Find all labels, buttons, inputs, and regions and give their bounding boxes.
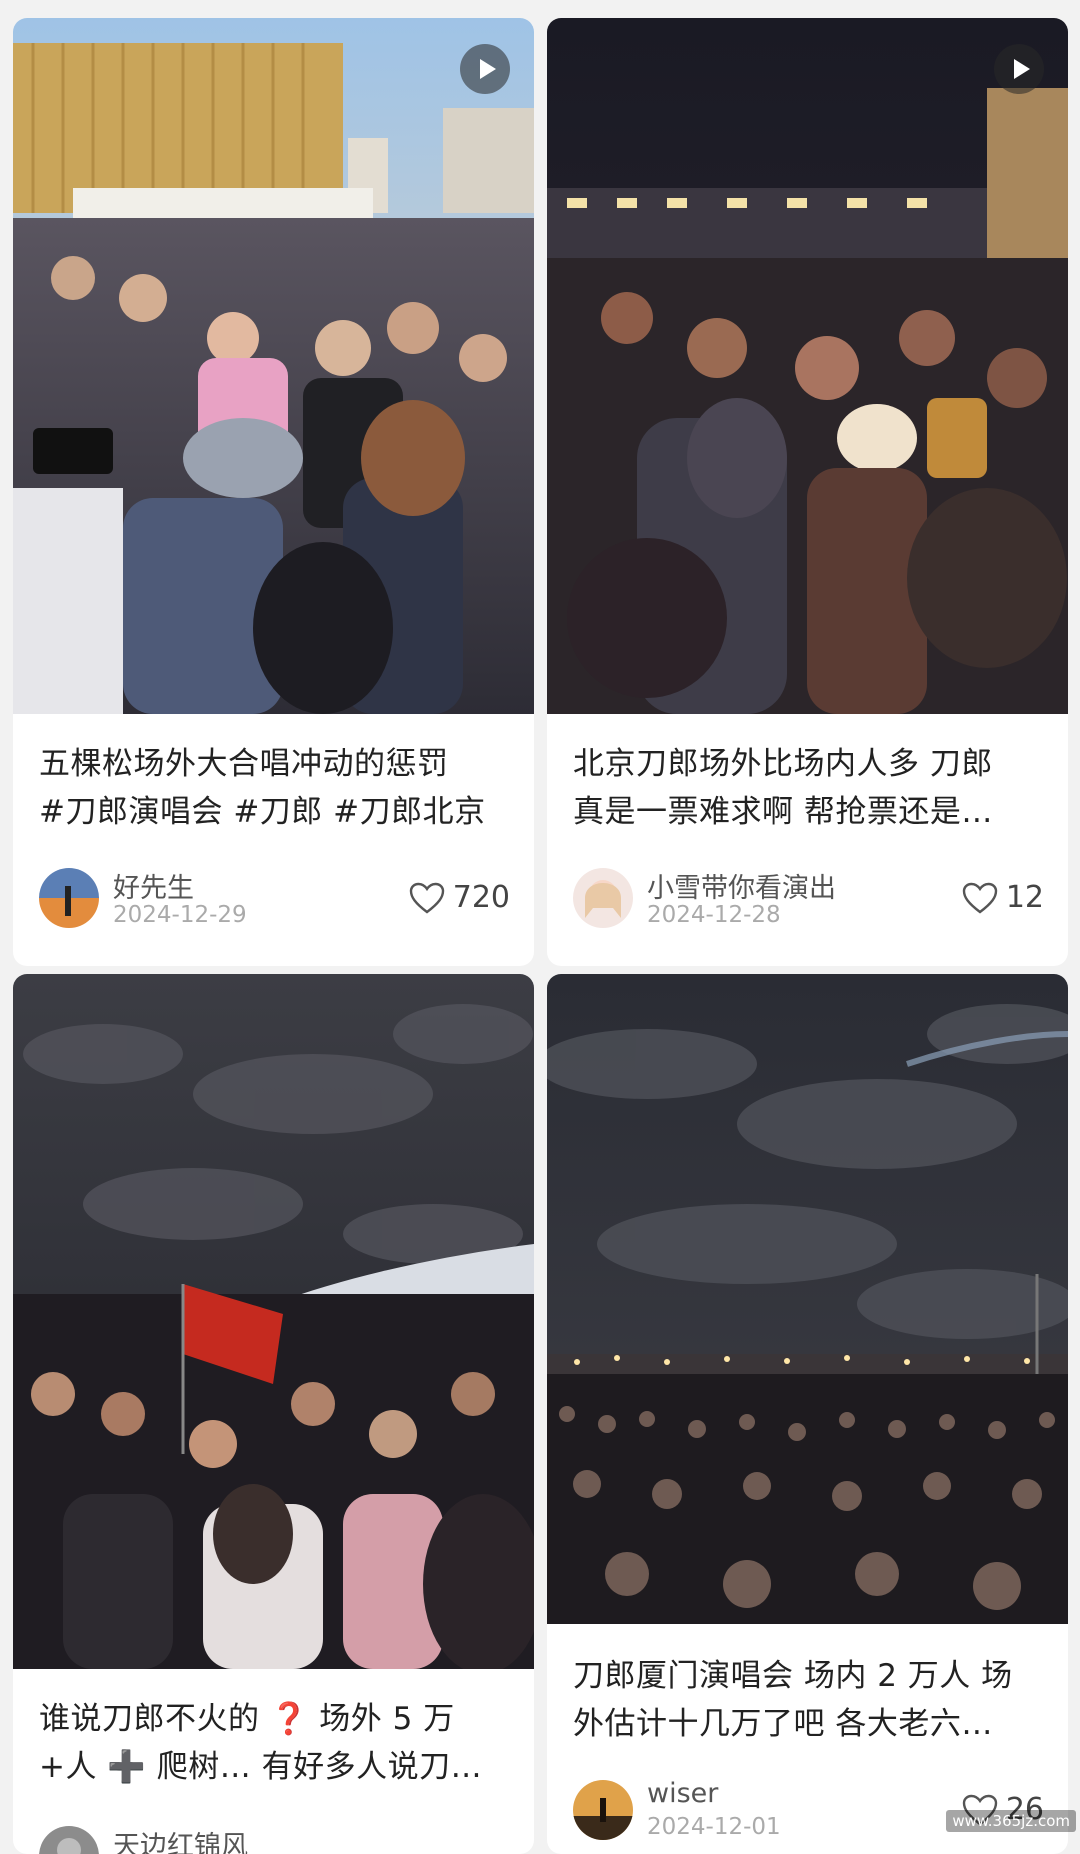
heart-icon: [409, 882, 444, 914]
like-count: 720: [452, 880, 510, 915]
avatar[interactable]: [573, 1780, 633, 1840]
like-button[interactable]: 12: [962, 880, 1044, 915]
feed-card[interactable]: 北京刀郎场外比场内人多 刀郎 真是一票难求啊 帮抢票还是… 小雪带你看演出 20…: [547, 18, 1068, 966]
crowd-photo-plaza: [547, 974, 1068, 1624]
video-play-icon[interactable]: [460, 44, 510, 94]
heart-icon: [962, 882, 998, 914]
crowd-photo-night: [547, 18, 1068, 714]
like-count: 12: [1005, 880, 1044, 915]
feed-card[interactable]: 刀郎厦门演唱会 场内 2 万人 场 外估计十几万了吧 各大老六… wiser 2…: [547, 974, 1068, 1854]
avatar[interactable]: [573, 868, 633, 928]
author-name[interactable]: 天边红锦风: [113, 1824, 248, 1854]
feed-card[interactable]: 五棵松场外大合唱冲动的惩罚 #刀郎演唱会 #刀郎 #刀郎北京 好先生 2024-…: [13, 18, 534, 966]
author-name[interactable]: 好先生: [113, 866, 194, 905]
post-date: 2024-12-28: [647, 902, 781, 928]
card-title[interactable]: 五棵松场外大合唱冲动的惩罚 #刀郎演唱会 #刀郎 #刀郎北京: [39, 740, 512, 836]
avatar[interactable]: [39, 1826, 99, 1854]
post-date: 2024-12-01: [647, 1814, 781, 1840]
card-title[interactable]: 谁说刀郎不火的 ❓ 场外 5 万 +人 ➕ 爬树… 有好多人说刀…: [39, 1695, 512, 1791]
author-name[interactable]: 小雪带你看演出: [647, 866, 836, 905]
avatar[interactable]: [39, 868, 99, 928]
author-name[interactable]: wiser: [647, 1778, 718, 1809]
card-meta: 小雪带你看演出 2024-12-28 12: [573, 866, 1044, 930]
feed-card[interactable]: 谁说刀郎不火的 ❓ 场外 5 万 +人 ➕ 爬树… 有好多人说刀… 天边红锦风: [13, 974, 534, 1854]
like-button[interactable]: 720: [409, 880, 510, 915]
card-title[interactable]: 北京刀郎场外比场内人多 刀郎 真是一票难求啊 帮抢票还是…: [573, 740, 1046, 836]
site-watermark: www.365jz.com: [946, 1810, 1076, 1832]
card-meta: 好先生 2024-12-29 720: [39, 866, 510, 930]
card-thumbnail[interactable]: [547, 974, 1068, 1624]
video-play-icon[interactable]: [994, 44, 1044, 94]
card-thumbnail[interactable]: [13, 18, 534, 714]
post-date: 2024-12-29: [113, 902, 247, 928]
crowd-photo-flag: [13, 974, 534, 1669]
card-meta: 天边红锦风: [39, 1824, 510, 1854]
card-thumbnail[interactable]: [547, 18, 1068, 714]
crowd-photo-day: [13, 18, 534, 714]
card-title[interactable]: 刀郎厦门演唱会 场内 2 万人 场 外估计十几万了吧 各大老六…: [573, 1652, 1046, 1748]
card-thumbnail[interactable]: [13, 974, 534, 1669]
